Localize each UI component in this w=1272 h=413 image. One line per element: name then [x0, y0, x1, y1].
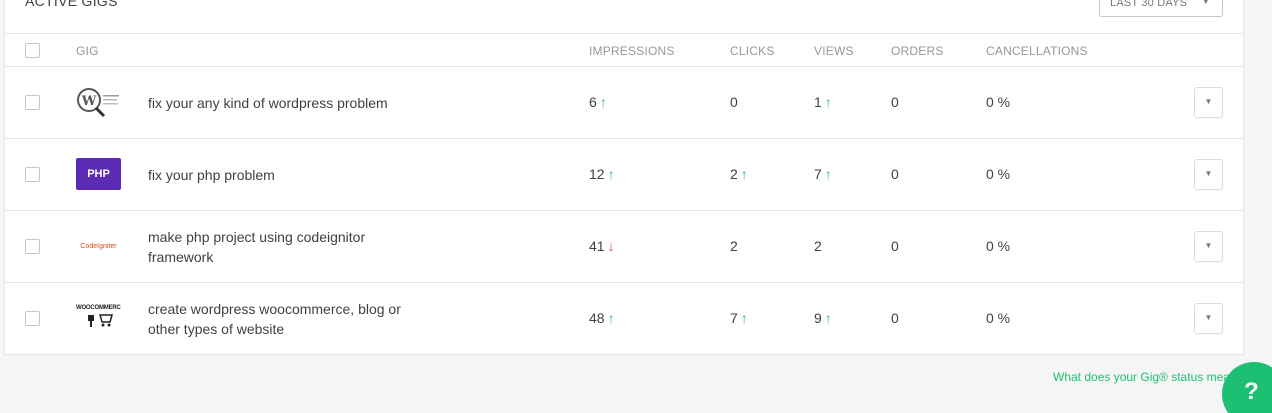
trend-up-icon: ↑: [607, 310, 615, 326]
trend-up-icon: ↑: [740, 310, 748, 326]
wordpress-thumbnail[interactable]: W: [76, 86, 121, 118]
views-cell: 9 ↑: [814, 310, 832, 326]
trend-up-icon: ↑: [824, 166, 832, 182]
header-impressions[interactable]: IMPRESSIONS: [589, 44, 675, 58]
table-header: GIG IMPRESSIONS CLICKS VIEWS ORDERS CANC…: [5, 33, 1243, 67]
row-menu-button[interactable]: ▼: [1194, 87, 1223, 118]
chevron-down-icon: ▼: [1204, 241, 1213, 250]
period-select[interactable]: LAST 30 DAYS ▼: [1099, 0, 1223, 17]
table-row: CodeIgniter make php project using codei…: [5, 211, 1243, 283]
gig-title-link[interactable]: fix your any kind of wordpress problem: [148, 67, 418, 139]
cancellations-cell: 0 %: [986, 238, 1011, 254]
views-cell: 1 ↑: [814, 94, 832, 110]
trend-up-icon: ↑: [607, 166, 615, 182]
woocommerce-thumbnail[interactable]: WOOCOMMERCE: [76, 302, 121, 334]
table-row: WOOCOMMERCE create wordpress woocommerce…: [5, 283, 1243, 355]
clicks-cell: 7 ↑: [730, 310, 748, 326]
row-menu-button[interactable]: ▼: [1194, 159, 1223, 190]
views-cell: 2: [814, 238, 822, 254]
gig-title-link[interactable]: fix your php problem: [148, 139, 418, 211]
row-checkbox[interactable]: [25, 239, 40, 254]
clicks-cell: 0: [730, 94, 738, 110]
row-menu-button[interactable]: ▼: [1194, 231, 1223, 262]
trend-up-icon: ↑: [824, 310, 832, 326]
orders-cell: 0: [891, 166, 899, 182]
clicks-cell: 2: [730, 238, 738, 254]
impressions-cell: 12 ↑: [589, 166, 615, 182]
clicks-cell: 2 ↑: [730, 166, 748, 182]
orders-cell: 0: [891, 94, 899, 110]
header-gig: GIG: [76, 44, 99, 58]
chevron-down-icon: ▼: [1204, 169, 1213, 178]
table-row: W fix your any kind of wordpress problem…: [5, 67, 1243, 139]
active-gigs-card: ACTIVE GIGS LAST 30 DAYS ▼ GIG IMPRESSIO…: [4, 0, 1244, 355]
row-menu-button[interactable]: ▼: [1194, 303, 1223, 334]
impressions-cell: 48 ↑: [589, 310, 615, 326]
cancellations-cell: 0 %: [986, 166, 1011, 182]
trend-up-icon: ↑: [740, 166, 748, 182]
trend-up-icon: ↑: [824, 94, 832, 110]
row-checkbox[interactable]: [25, 95, 40, 110]
header-cancellations[interactable]: CANCELLATIONS: [986, 44, 1088, 58]
trend-up-icon: ↑: [599, 94, 607, 110]
impressions-cell: 41 ↓: [589, 238, 615, 254]
views-cell: 7 ↑: [814, 166, 832, 182]
row-checkbox[interactable]: [25, 311, 40, 326]
header-clicks[interactable]: CLICKS: [730, 44, 775, 58]
svg-text:W: W: [81, 94, 97, 109]
table-row: PHP fix your php problem 12 ↑ 2 ↑ 7 ↑ 0 0 %…: [5, 139, 1243, 211]
codeigniter-thumbnail[interactable]: CodeIgniter: [76, 230, 121, 262]
impressions-cell: 6 ↑: [589, 94, 607, 110]
orders-cell: 0: [891, 238, 899, 254]
gig-status-help-link[interactable]: What does your Gig® status mean?: [1053, 370, 1243, 384]
chevron-down-icon: ▼: [1204, 97, 1213, 106]
select-all-checkbox[interactable]: [25, 43, 40, 58]
cancellations-cell: 0 %: [986, 94, 1011, 110]
header-views[interactable]: VIEWS: [814, 44, 854, 58]
gig-title-link[interactable]: make php project using codeignitor frame…: [148, 211, 418, 283]
trend-down-icon: ↓: [607, 238, 615, 254]
chevron-down-icon: ▼: [1201, 0, 1210, 6]
chevron-down-icon: ▼: [1204, 313, 1213, 322]
header-orders[interactable]: ORDERS: [891, 44, 944, 58]
gig-title-link[interactable]: create wordpress woocommerce, blog or ot…: [148, 283, 418, 355]
orders-cell: 0: [891, 310, 899, 326]
cancellations-cell: 0 %: [986, 310, 1011, 326]
php-thumbnail[interactable]: PHP: [76, 158, 121, 190]
row-checkbox[interactable]: [25, 167, 40, 182]
card-title: ACTIVE GIGS: [25, 0, 118, 9]
period-select-value: LAST 30 DAYS: [1110, 0, 1188, 9]
